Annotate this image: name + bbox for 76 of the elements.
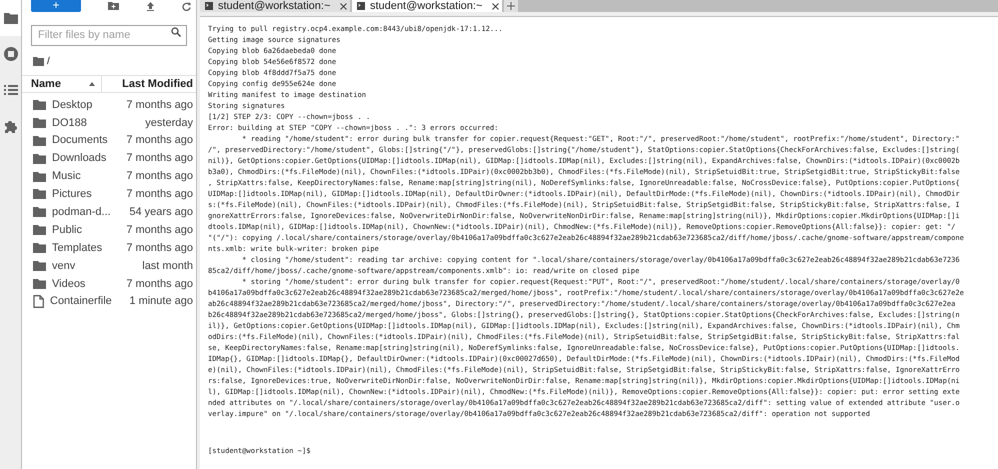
file-row[interactable]: Public 7 months ago [22, 221, 196, 240]
file-name: Templates [52, 240, 104, 256]
folder-icon [33, 260, 46, 271]
terminal-icon [357, 2, 365, 10]
terminal-panel[interactable] [200, 16, 998, 469]
plus-icon [507, 2, 515, 10]
file-name: Desktop [52, 98, 94, 113]
file-row[interactable]: Pictures 7 months ago [22, 185, 196, 204]
filter-field[interactable]: Filter files by name [31, 24, 187, 46]
terminal-tab[interactable]: student@workstation:~ [200, 0, 350, 12]
new-folder-icon[interactable] [108, 2, 119, 10]
column-header[interactable]: Last Modified [102, 76, 196, 92]
modified-time: 7 months ago [126, 151, 193, 166]
modified-time: 7 months ago [126, 133, 193, 148]
modified-time: 1 minute ago [129, 294, 193, 310]
file-row[interactable]: Downloads 7 months ago [22, 150, 196, 168]
file-name: Containerfile [50, 294, 113, 310]
add-tab-button[interactable] [504, 0, 518, 12]
upload-icon[interactable] [146, 2, 155, 10]
file-name: DO188 [52, 116, 88, 131]
terminal-tab[interactable]: student@workstation:~ [352, 0, 502, 12]
file-name: Public [52, 222, 83, 238]
terminal-icon [205, 2, 213, 10]
tab-label: student@workstation:~ [370, 0, 482, 12]
folder-icon [33, 225, 46, 236]
file-name: venv [52, 258, 76, 274]
modified-time: last month [142, 258, 193, 274]
list-icon [4, 85, 18, 95]
file-name: Downloads [52, 151, 108, 166]
folder-icon [33, 172, 46, 182]
file-name: Videos [52, 276, 86, 292]
folder-icon [4, 12, 18, 24]
folder-icon [33, 154, 46, 164]
folder-icon [33, 207, 46, 218]
file-row[interactable]: Music 7 months ago [22, 168, 196, 186]
file-row[interactable]: DO188 yesterday [22, 114, 196, 132]
puzzle-icon [4, 119, 18, 133]
modified-time: yesterday [145, 116, 193, 131]
file-row[interactable]: podman-d... 54 years ago [22, 203, 196, 222]
file-name: podman-d... [52, 205, 112, 220]
close-icon[interactable] [340, 2, 348, 10]
file-row[interactable]: venv last month [22, 257, 196, 275]
file-name: Pictures [52, 187, 93, 202]
file-row[interactable]: Documents 7 months ago [22, 132, 196, 150]
folder-icon[interactable] [33, 56, 44, 66]
modified-time: 7 months ago [126, 187, 193, 202]
modified-time: 7 months ago [126, 169, 193, 184]
modified-time: 7 months ago [126, 240, 193, 256]
folder-icon [33, 118, 46, 128]
modified-time: 54 years ago [129, 205, 193, 220]
new-launcher-button[interactable]: + [31, 0, 81, 12]
activity-tab[interactable] [0, 0, 21, 36]
column-label: Last Modified [122, 76, 193, 92]
folder-icon [33, 136, 46, 146]
stop-circle-icon [4, 47, 18, 61]
modified-time: 7 months ago [126, 98, 193, 113]
file-row[interactable]: Templates 7 months ago [22, 239, 196, 258]
file-row[interactable]: Videos 7 months ago [22, 274, 196, 293]
file-row[interactable]: Containerfile 1 minute ago [22, 292, 196, 311]
file-row[interactable]: Desktop 7 months ago [22, 96, 196, 114]
file-icon [33, 295, 44, 308]
folder-icon [33, 278, 46, 289]
breadcrumb[interactable]: / [47, 54, 50, 68]
file-name: Documents [52, 133, 109, 148]
close-icon[interactable] [492, 2, 500, 10]
modified-time: 7 months ago [126, 276, 193, 292]
folder-icon [33, 243, 46, 254]
folder-icon [33, 100, 46, 110]
file-name: Music [52, 169, 82, 184]
folder-icon [33, 189, 46, 200]
search-icon [171, 27, 181, 37]
column-header[interactable]: Name [22, 76, 102, 92]
modified-time: 7 months ago [126, 222, 193, 238]
refresh-icon[interactable] [182, 2, 191, 10]
tab-label: student@workstation:~ [218, 0, 330, 12]
column-label: Name [31, 76, 61, 92]
